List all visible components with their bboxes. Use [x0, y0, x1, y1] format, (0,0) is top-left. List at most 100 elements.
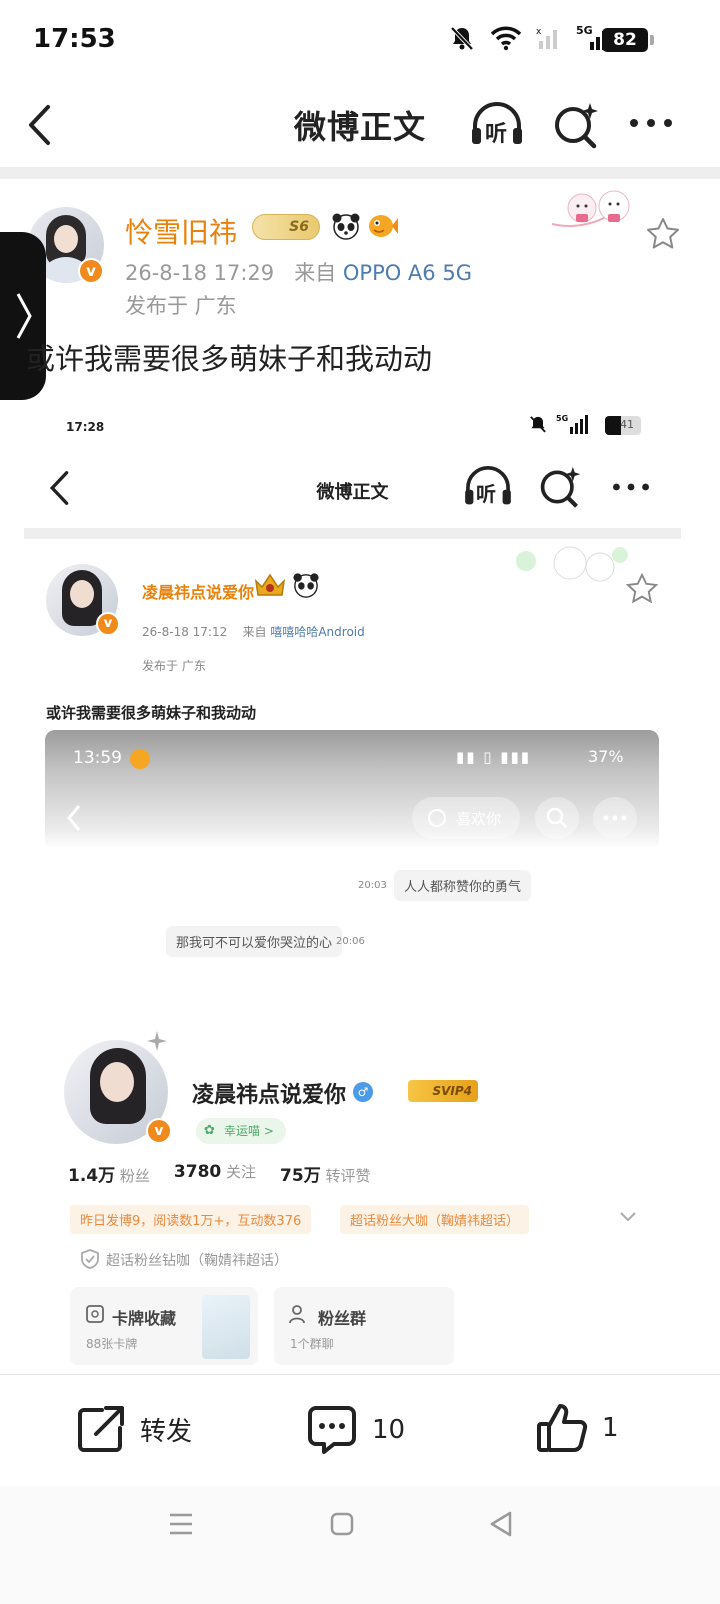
- stat-follow-num: 3780: [173, 1162, 222, 1182]
- signal-empty-icon: x: [536, 27, 557, 49]
- share-icon: [78, 1406, 124, 1452]
- star-favorite-icon[interactable]: [646, 217, 680, 249]
- inner-battery: 41: [605, 416, 641, 435]
- page-title: 微博正文: [293, 108, 426, 146]
- nested-msg-right-time: 20:03: [358, 880, 387, 891]
- nested-msg-left-time: 20:06: [336, 936, 365, 947]
- nested-msg-right: 人人都称赞你的勇气: [394, 870, 532, 901]
- like-count: 1: [602, 1413, 619, 1443]
- post-date: 26-8-18 17:29: [125, 261, 275, 285]
- post-from-label: 来自: [294, 261, 337, 285]
- inner-battery-text: 41: [620, 418, 634, 431]
- group-icon: [289, 1305, 305, 1324]
- stat-follow: 3780 关注: [174, 1161, 256, 1186]
- repost-label: 转发: [140, 1416, 193, 1447]
- bunny-sticker-icon: [551, 190, 630, 227]
- status-time: 17:53: [33, 24, 116, 54]
- home-icon[interactable]: [330, 1512, 354, 1536]
- listen-button[interactable]: 听: [470, 102, 524, 148]
- comment-icon: [308, 1406, 356, 1454]
- orange-fish-icon: [369, 215, 398, 237]
- stat-fans: 1.4万 粉丝: [68, 1161, 150, 1186]
- nested-stats: 1.4万 粉丝 3780 关注 75万 转评赞: [68, 1161, 371, 1186]
- svip-badge: SVIP4: [408, 1080, 478, 1102]
- nested-verified-icon: v: [146, 1118, 172, 1144]
- card-fan-group: 粉丝群 1个群聊: [274, 1287, 454, 1365]
- inner-location: 发布于 广东: [142, 659, 206, 673]
- inner-listen-button: 听: [462, 466, 514, 508]
- system-back-icon[interactable]: [488, 1510, 514, 1538]
- inner-source: 嘻嘻哈哈Android: [270, 625, 365, 639]
- inner-sticker-icon: [516, 546, 628, 582]
- nested-back-icon: [67, 805, 81, 831]
- lucky-cat-chip: ✿ 幸运喵 >: [196, 1118, 286, 1144]
- post-source[interactable]: OPPO A6 5G: [343, 261, 472, 285]
- system-nav-bar: [0, 1486, 720, 1604]
- lucky-cat-label: 幸运喵 >: [224, 1124, 274, 1138]
- like-button[interactable]: 1: [536, 1402, 619, 1454]
- nested-heart-hand-icon: [428, 809, 446, 827]
- super-search-icon[interactable]: [552, 101, 600, 149]
- inner-page-title: 微博正文: [316, 482, 389, 503]
- svg-text:5G: 5G: [556, 414, 568, 423]
- inner-super-search-icon: [540, 466, 581, 508]
- inner-panda-icon: [293, 573, 319, 598]
- svg-text:5G: 5G: [576, 24, 593, 37]
- card2-title: 粉丝群: [318, 1309, 367, 1328]
- post-text: 或许我需要很多萌妹子和我动动: [26, 342, 433, 376]
- superfan-tag: 超话粉丝大咖（鞠婧祎超话）: [340, 1205, 530, 1234]
- inner-mute-icon: [530, 416, 546, 433]
- nested-status-time: 13:59: [73, 748, 122, 768]
- chevron-down-icon: [620, 1212, 636, 1222]
- nested-profile-name: 凌晨祎点说爱你: [192, 1083, 347, 1108]
- stat-repost-label: 转评赞: [325, 1167, 371, 1185]
- inner-section-divider: [24, 528, 681, 539]
- nested-search-button: [535, 797, 579, 839]
- inner-verified-icon: v: [96, 612, 120, 636]
- inner-username: 凌晨祎点说爱你: [142, 583, 255, 602]
- card1-sub: 88张卡牌: [86, 1337, 138, 1351]
- super-fan-line: 超话粉丝钻咖（鞠婧祎超话）: [106, 1253, 288, 1269]
- more-options-icon[interactable]: [628, 116, 674, 130]
- inner-date: 26-8-18 17:12: [142, 625, 228, 639]
- sparkle-icon: [147, 1031, 167, 1051]
- inner-signal-icon: 5G: [556, 414, 588, 434]
- recent-apps-icon[interactable]: [168, 1512, 194, 1536]
- nested-battery: 37%: [588, 747, 624, 766]
- stat-follow-label: 关注: [226, 1163, 257, 1181]
- verified-badge-icon: v: [78, 258, 104, 284]
- repost-button[interactable]: 转发: [76, 1404, 192, 1454]
- post-meta: 26-8-18 17:29 来自 OPPO A6 5G: [125, 257, 472, 287]
- stat-fans-num: 1.4万: [68, 1166, 116, 1186]
- inner-status-time: 17:28: [66, 420, 105, 434]
- nested-like-label: 喜欢你: [456, 810, 502, 828]
- activity-tag: 昨日发博9，阅读数1万+，互动数376: [70, 1205, 312, 1234]
- thumbs-up-icon: [537, 1404, 588, 1453]
- stat-fans-label: 粉丝: [119, 1167, 150, 1185]
- card-collection: 卡牌收藏 88张卡牌: [70, 1287, 258, 1365]
- inner-from-label: 来自: [242, 625, 267, 639]
- comment-count: 10: [372, 1415, 406, 1445]
- nested-search-icon: [546, 807, 567, 828]
- inner-crown-badge-icon: [254, 573, 286, 596]
- card2-sub: 1个群聊: [290, 1337, 334, 1351]
- shield-icon: [81, 1249, 99, 1269]
- inner-battery-fill: [605, 416, 621, 435]
- card-thumbnail: [202, 1295, 250, 1359]
- inner-status-icons: 5G: [528, 413, 596, 435]
- nested-status-icons: ▮▮ ▯ ▮▮▮: [456, 748, 532, 766]
- male-gender-icon: ♂: [353, 1082, 373, 1102]
- nested-weibo-icon: [130, 749, 150, 769]
- comment-button[interactable]: 10: [306, 1404, 405, 1456]
- section-divider: [0, 167, 720, 179]
- chevron-right-icon: [16, 293, 32, 339]
- wifi-icon: [490, 26, 522, 51]
- svg-text:x: x: [536, 27, 542, 37]
- stat-repost: 75万 转评赞: [280, 1161, 370, 1186]
- inner-star-icon: [626, 573, 658, 603]
- nested-msg-left: 那我可不可以爱你哭泣的心: [166, 926, 343, 957]
- panda-icon: [332, 213, 360, 240]
- post-username[interactable]: 怜雪旧祎: [125, 211, 237, 251]
- nested-like-pill: 喜欢你: [412, 797, 520, 839]
- inner-more-icon: [613, 483, 649, 491]
